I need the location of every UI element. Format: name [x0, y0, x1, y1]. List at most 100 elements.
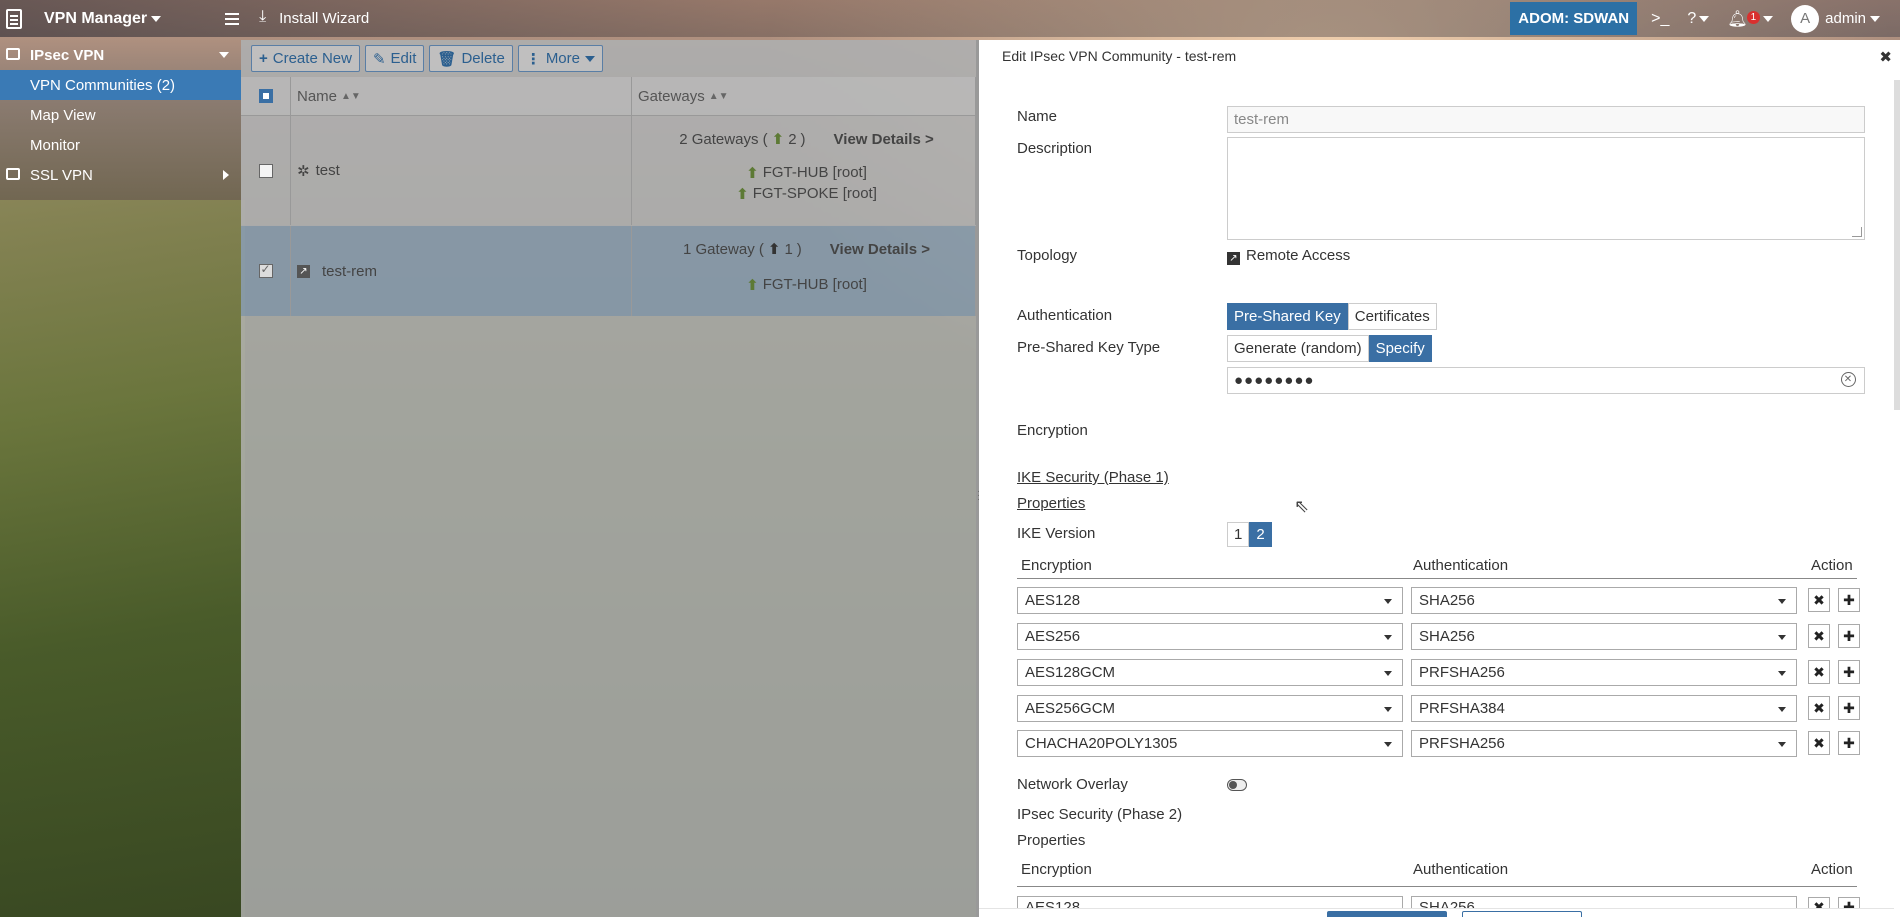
select-value: CHACHA20POLY1305	[1025, 735, 1178, 752]
column-header-gateways[interactable]: Gateways ▲▼	[632, 77, 976, 115]
ike-version-toggle: 1 2	[1227, 522, 1272, 547]
phase1-authentication-select[interactable]: PRFSHA256	[1411, 730, 1797, 757]
phase1-authentication-select[interactable]: SHA256	[1411, 587, 1797, 614]
ike-properties-link[interactable]: Properties	[1017, 495, 1085, 512]
help-icon[interactable]: ?	[1687, 10, 1710, 28]
add-proposal-button[interactable]: ✚	[1838, 588, 1860, 612]
remove-proposal-button[interactable]: ✖	[1808, 624, 1830, 648]
ok-button[interactable]	[1327, 911, 1447, 917]
chevron-down-icon	[1778, 599, 1786, 604]
gateway-up-count: 1	[784, 240, 793, 258]
gateways-cell: 2 Gateways ( ⬆ 2 ) View Details > ⬆ FGT-H…	[632, 116, 976, 225]
panel-scrollbar[interactable]	[1894, 80, 1900, 410]
add-proposal-button[interactable]: ✚	[1838, 696, 1860, 720]
bell-icon: 🔔︎	[1727, 10, 1748, 28]
ike-version-2[interactable]: 2	[1249, 522, 1272, 547]
chevron-down-icon	[1778, 635, 1786, 640]
select-value: SHA256	[1419, 628, 1475, 645]
psk-type-generate[interactable]: Generate (random)	[1227, 335, 1369, 362]
sidebar-item-monitor[interactable]: Monitor	[0, 130, 241, 160]
resize-handle-icon[interactable]	[1852, 227, 1862, 237]
adom-selector[interactable]: ADOM: SDWAN	[1510, 2, 1638, 35]
add-proposal-button[interactable]: ✚	[1838, 624, 1860, 648]
select-value: AES256	[1025, 628, 1081, 645]
phase1-authentication-select[interactable]: PRFSHA384	[1411, 695, 1797, 722]
topology-text: Remote Access	[1246, 247, 1351, 264]
ike-version-1[interactable]: 1	[1227, 522, 1250, 547]
chevron-down-icon	[1778, 671, 1786, 676]
network-overlay-toggle[interactable]	[1227, 779, 1247, 791]
chevron-down-icon	[1778, 707, 1786, 712]
sidebar-item-map-view[interactable]: Map View	[0, 100, 241, 130]
remove-proposal-button[interactable]: ✖	[1808, 660, 1830, 684]
delete-button[interactable]: 🗑︎ Delete	[429, 45, 513, 72]
add-proposal-button[interactable]: ✚	[1838, 731, 1860, 755]
view-details-link[interactable]: View Details >	[830, 241, 930, 258]
sidebar-item-label: Map View	[30, 106, 96, 124]
ssl-vpn-icon	[6, 168, 20, 180]
sidebar-item-ipsec-vpn[interactable]: IPsec VPN	[0, 40, 241, 70]
phase1-authentication-select[interactable]: PRFSHA256	[1411, 659, 1797, 686]
psk-type-specify[interactable]: Specify	[1368, 335, 1432, 362]
phase1-encryption-select[interactable]: AES128	[1017, 587, 1403, 614]
edit-button[interactable]: ✎ Edit	[364, 45, 425, 72]
table-row[interactable]: ✲ test 2 Gateways ( ⬆ 2 ) View Details >…	[241, 116, 976, 226]
install-wizard-button[interactable]: Install Wizard	[259, 8, 369, 28]
column-header-name[interactable]: Name ▲▼	[291, 77, 632, 115]
more-vertical-icon: ⋮	[525, 50, 541, 68]
trash-icon: 🗑︎	[437, 50, 457, 68]
add-proposal-button[interactable]: ✚	[1838, 660, 1860, 684]
avatar[interactable]: A	[1791, 4, 1820, 33]
notifications-button[interactable]: 🔔︎ 1	[1727, 9, 1774, 29]
phase1-authentication-select[interactable]: SHA256	[1411, 623, 1797, 650]
community-name: test-rem	[322, 262, 378, 280]
phase1-encryption-select[interactable]: AES256	[1017, 623, 1403, 650]
chevron-down-icon	[1778, 742, 1786, 747]
app-switcher[interactable]: VPN Manager	[44, 10, 162, 28]
sidebar: IPsec VPN VPN Communities (2) Map View M…	[0, 40, 241, 190]
psk-type-toggle: Generate (random) Specify	[1227, 335, 1432, 362]
delete-label: Delete	[461, 50, 505, 67]
select-value: SHA256	[1419, 592, 1475, 609]
more-button[interactable]: ⋮ More	[517, 45, 603, 72]
select-all-cell	[241, 77, 291, 115]
view-details-link[interactable]: View Details >	[834, 131, 934, 148]
remove-proposal-button[interactable]: ✖	[1808, 731, 1830, 755]
auth-option-certificates[interactable]: Certificates	[1347, 303, 1437, 330]
chevron-down-icon	[151, 15, 162, 22]
chevron-down-icon	[585, 55, 595, 62]
phase1-encryption-select[interactable]: AES256GCM	[1017, 695, 1403, 722]
cancel-button[interactable]	[1462, 911, 1582, 917]
menu-icon[interactable]	[225, 12, 240, 25]
psk-masked-value: ●●●●●●●●	[1234, 372, 1315, 389]
description-field[interactable]	[1227, 137, 1865, 240]
row-checkbox[interactable]	[258, 262, 273, 278]
phase1-encryption-select[interactable]: CHACHA20POLY1305	[1017, 730, 1403, 757]
close-icon[interactable]: ✖	[1879, 48, 1892, 66]
row-checkbox[interactable]	[258, 163, 273, 178]
gateway-up-count: 2	[788, 130, 797, 148]
name-field[interactable]: test-rem	[1227, 106, 1865, 133]
gateway-up-icon: ⬆	[767, 241, 781, 258]
select-value: AES128	[1025, 592, 1081, 609]
psk-input[interactable]: ●●●●●●●● ✕	[1227, 367, 1865, 394]
table-row[interactable]: ↗ test-rem 1 Gateway ( ⬆ 1 ) View Detail…	[241, 226, 976, 316]
row-checkbox-cell	[241, 226, 291, 316]
remove-proposal-button[interactable]: ✖	[1808, 696, 1830, 720]
cli-console-icon[interactable]: >_	[1651, 10, 1669, 28]
auth-option-pre-shared-key[interactable]: Pre-Shared Key	[1227, 303, 1348, 330]
sidebar-item-ssl-vpn[interactable]: SSL VPN	[0, 160, 241, 190]
gateway-name: FGT-HUB [root]	[762, 276, 867, 293]
select-value: AES128GCM	[1025, 664, 1116, 681]
remove-proposal-button[interactable]: ✖	[1808, 588, 1830, 612]
select-all-checkbox[interactable]	[258, 89, 273, 103]
sidebar-item-vpn-communities[interactable]: VPN Communities (2)	[0, 70, 241, 100]
create-new-button[interactable]: + Create New	[251, 45, 360, 72]
ike-security-link[interactable]: IKE Security (Phase 1)	[1017, 469, 1169, 486]
phase1-encryption-select[interactable]: AES128GCM	[1017, 659, 1403, 686]
gateway-summary-suffix: )	[796, 240, 802, 258]
clear-icon[interactable]: ✕	[1841, 372, 1856, 387]
phase2-header-action: Action	[1811, 861, 1853, 878]
user-menu[interactable]: admin	[1825, 10, 1880, 27]
sort-icon: ▲▼	[708, 90, 729, 102]
